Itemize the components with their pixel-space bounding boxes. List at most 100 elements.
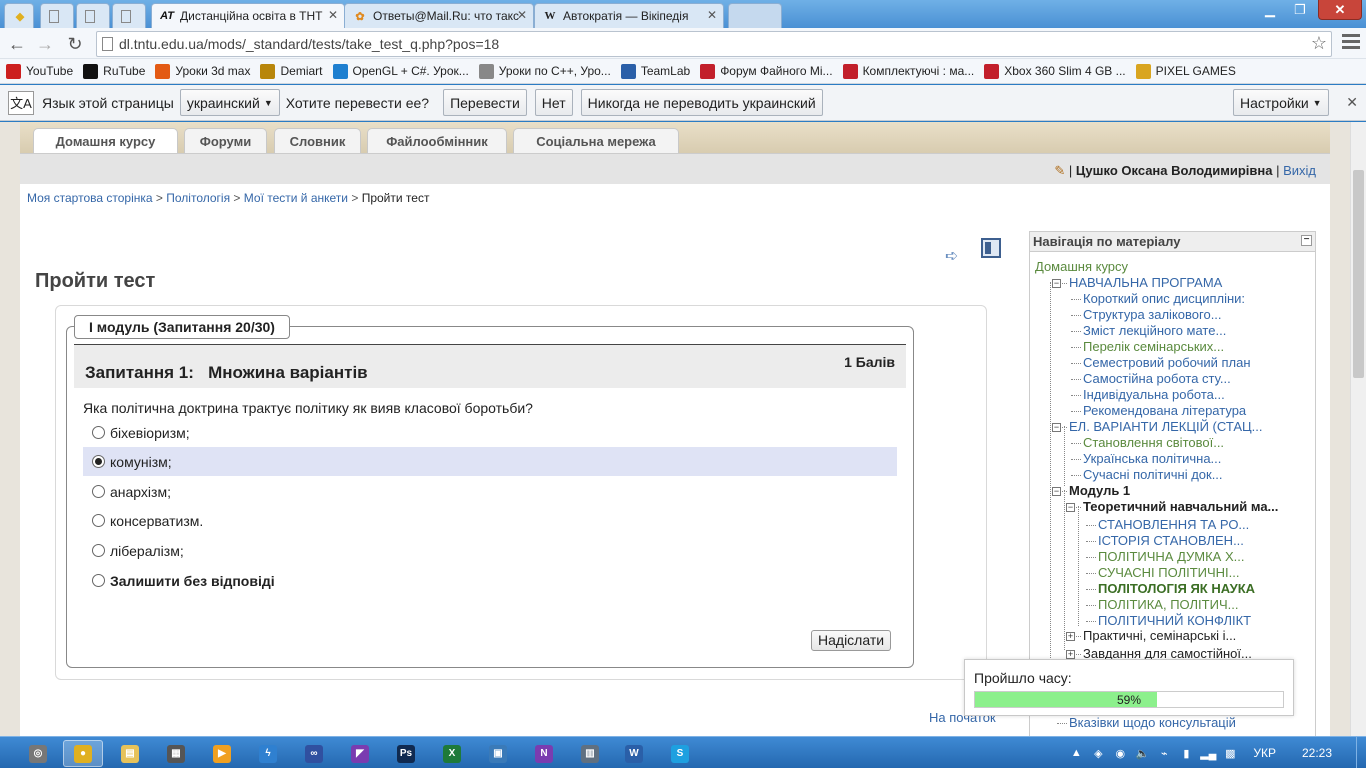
address-bar[interactable]: dl.tntu.edu.ua/mods/_standard/tests/take… [96, 31, 1332, 57]
minimize-button[interactable]: ▁ [1256, 0, 1284, 20]
close-icon[interactable]: ✕ [328, 8, 338, 22]
nav-item-t5[interactable]: ПОЛІТОЛОГІЯ ЯК НАУКА [1098, 581, 1255, 596]
battery-icon[interactable]: ▮ [1179, 746, 1193, 760]
answer-option[interactable]: лібералізм; [83, 536, 897, 565]
nav-item-t6[interactable]: ПОЛІТИКА, ПОЛІТИЧ... [1098, 597, 1238, 612]
clock[interactable]: 22:23 [1302, 746, 1332, 760]
answer-option[interactable]: консерватизм. [83, 506, 897, 535]
radio-button[interactable] [92, 455, 105, 468]
tab-pinned-3[interactable] [76, 3, 110, 28]
taskbar-visual-studio-button[interactable]: ◤ [340, 740, 380, 767]
answer-option[interactable]: комунізм; [83, 447, 897, 476]
bookmark-item[interactable]: Уроки 3d max [155, 63, 250, 79]
breadcrumb-link-home[interactable]: Моя стартова сторінка [27, 191, 153, 205]
tab-active[interactable]: AT Дистанційна освіта в ТНТ ✕ [151, 3, 345, 28]
status-icon[interactable]: ◉ [1113, 746, 1127, 760]
reload-button[interactable]: ↻ [63, 32, 87, 56]
nav-item-p2[interactable]: Структура залікового... [1083, 307, 1222, 322]
taskbar-chrome-button[interactable]: ● [63, 740, 103, 767]
taskbar-excel-app-button[interactable]: X [432, 740, 472, 767]
bookmark-item[interactable]: Комплектуючі : ма... [842, 63, 974, 79]
back-button[interactable]: ← [5, 32, 29, 56]
taskbar-photoshop-button[interactable]: Ps [386, 740, 426, 767]
tab-glossary[interactable]: Словник [274, 128, 361, 154]
no-button[interactable]: Нет [534, 89, 573, 116]
nav-item-lectures[interactable]: ЕЛ. ВАРІАНТИ ЛЕКЦІЙ (СТАЦ... [1069, 419, 1262, 434]
collapse-icon[interactable]: − [1066, 503, 1075, 512]
forward-button[interactable]: → [33, 32, 57, 56]
tab-pinned-4[interactable] [112, 3, 146, 28]
nav-item-l3[interactable]: Сучасні політичні док... [1083, 467, 1223, 482]
breadcrumb-link-tests[interactable]: Мої тести й анкети [244, 191, 348, 205]
taskbar-calculator-button[interactable]: ▥ [570, 740, 610, 767]
answer-option[interactable]: біхевіоризм; [83, 418, 897, 447]
taskbar-word-button[interactable]: W [614, 740, 654, 767]
volume-icon[interactable]: 🔈 [1135, 746, 1149, 760]
nav-item-p6[interactable]: Самостійна робота сту... [1083, 371, 1231, 386]
nav-item-l1[interactable]: Становлення світової... [1083, 435, 1224, 450]
taskbar-explorer-button[interactable]: ▤ [110, 740, 150, 767]
expand-icon[interactable]: + [1066, 650, 1075, 659]
radio-button[interactable] [92, 485, 105, 498]
star-icon[interactable]: ☆ [1311, 31, 1327, 55]
collapse-icon[interactable]: − [1301, 235, 1312, 246]
toggle-sidebar-icon[interactable] [981, 238, 1001, 258]
nav-item-l2[interactable]: Українська політична... [1083, 451, 1221, 466]
nav-item-p3[interactable]: Зміст лекційного мате... [1083, 323, 1226, 338]
nav-item-p1[interactable]: Короткий опис дисципліни: [1083, 291, 1245, 306]
expand-icon[interactable]: + [1066, 632, 1075, 641]
bookmark-item[interactable]: Уроки по C++, Уро... [478, 63, 611, 79]
tab-social-network[interactable]: Соціальна мережа [513, 128, 679, 154]
nav-item-theory[interactable]: Теоретичний навчальний ма... [1083, 499, 1278, 514]
maximize-button[interactable]: ❐ [1286, 0, 1314, 20]
nav-item-consult[interactable]: Вказівки щодо консультацій [1069, 715, 1236, 730]
language-select[interactable]: украинский ▼ [179, 89, 280, 116]
logout-link[interactable]: Вихід [1283, 163, 1316, 178]
network-icon[interactable]: ▩ [1223, 746, 1237, 760]
taskbar-onenote-button[interactable]: N [524, 740, 564, 767]
nav-item-t1[interactable]: СТАНОВЛЕННЯ ТА РО... [1098, 517, 1249, 532]
translate-button[interactable]: Перевести [443, 89, 527, 116]
scrollbar-thumb[interactable] [1353, 170, 1364, 378]
collapse-icon[interactable]: − [1052, 279, 1061, 288]
tab-wikipedia[interactable]: W Автократія — Вікіпедія ✕ [534, 3, 724, 28]
collapse-icon[interactable]: − [1052, 487, 1061, 496]
magic-wand-icon[interactable]: ✎ [1054, 163, 1065, 178]
bookmark-item[interactable]: Demiart [260, 63, 323, 79]
usb-icon[interactable]: ⌁ [1157, 746, 1171, 760]
nav-item-p7[interactable]: Індивідуальна робота... [1083, 387, 1225, 402]
nav-item-practice[interactable]: Практичні, семінарські і... [1083, 628, 1236, 643]
signal-icon[interactable]: ▂▄ [1200, 746, 1216, 760]
radio-button[interactable] [92, 574, 105, 587]
nav-item-module[interactable]: Модуль 1 [1069, 483, 1130, 498]
next-arrow-icon[interactable]: ➪ [945, 246, 961, 265]
close-icon[interactable]: ✕ [517, 8, 527, 22]
bookmark-item[interactable]: PIXEL GAMES [1135, 63, 1236, 79]
nav-item-p4[interactable]: Перелік семінарських... [1083, 339, 1224, 354]
taskbar-lightning-button[interactable]: ϟ [248, 740, 288, 767]
tab-pinned-1[interactable]: ◆ [4, 3, 34, 28]
taskbar-network-button[interactable]: ▣ [478, 740, 518, 767]
nav-item-t4[interactable]: СУЧАСНІ ПОЛІТИЧНІ... [1098, 565, 1240, 580]
bookmark-item[interactable]: TeamLab [620, 63, 690, 79]
bookmark-item[interactable]: OpenGL + C#. Урок... [332, 63, 469, 79]
vertical-scrollbar[interactable] [1350, 122, 1366, 736]
nav-item-p8[interactable]: Рекомендована література [1083, 403, 1246, 418]
show-desktop-strip[interactable] [1356, 737, 1366, 768]
taskbar-skype-button[interactable]: S [660, 740, 700, 767]
never-translate-button[interactable]: Никогда не переводить украинский [580, 89, 823, 116]
tab-pinned-2[interactable] [40, 3, 74, 28]
submit-button[interactable]: Надіслати [811, 630, 892, 651]
tab-course-home[interactable]: Домашня курсу [33, 128, 178, 154]
answer-option[interactable]: анархізм; [83, 477, 897, 506]
language-indicator[interactable]: УКР [1253, 746, 1276, 760]
radio-button[interactable] [92, 514, 105, 527]
bookmark-item[interactable]: YouTube [6, 63, 73, 79]
taskbar-link-button[interactable]: ∞ [294, 740, 334, 767]
taskbar-show-desktop-button[interactable]: ◎ [18, 740, 58, 767]
bookmark-item[interactable]: Xbox 360 Slim 4 GB ... [984, 63, 1126, 79]
nav-item-t7[interactable]: ПОЛІТИЧНИЙ КОНФЛІКТ [1098, 613, 1251, 628]
taskbar-film-button[interactable]: ▦ [156, 740, 196, 767]
answer-option[interactable]: Залишити без відповіді [83, 566, 897, 595]
window-close-button[interactable]: ✕ [1318, 0, 1362, 20]
